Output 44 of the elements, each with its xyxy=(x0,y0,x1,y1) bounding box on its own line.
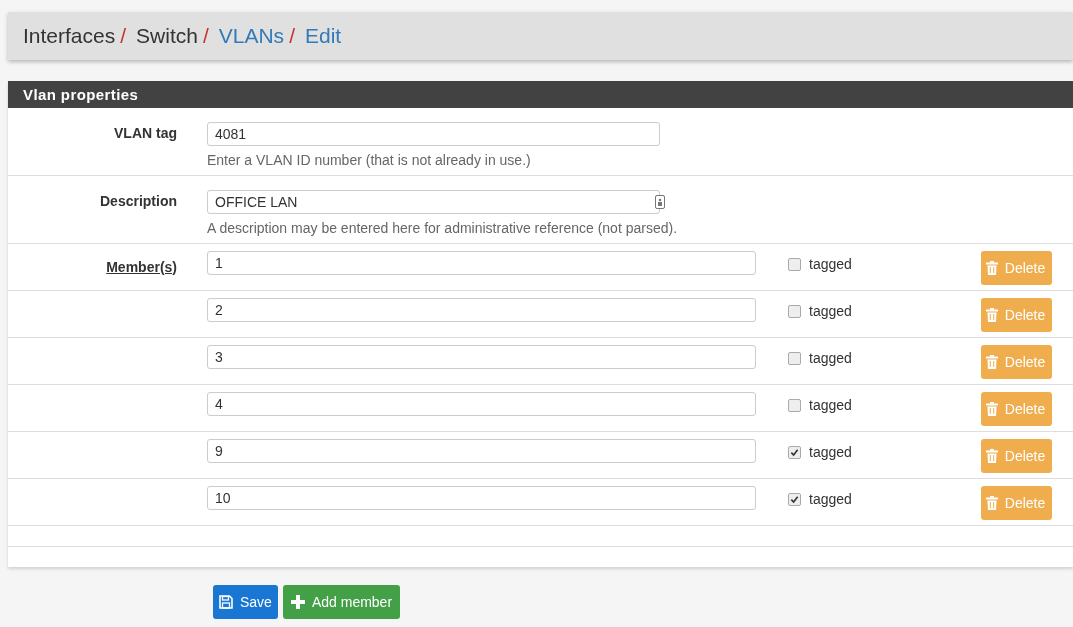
save-button[interactable]: Save xyxy=(213,585,278,619)
plus-icon xyxy=(290,595,305,609)
description-field[interactable]: OFFICE LAN xyxy=(207,190,660,214)
contact-card-icon xyxy=(655,195,666,209)
field-label: VLAN tag xyxy=(114,125,177,141)
checkbox-label: tagged xyxy=(809,350,852,366)
save-icon xyxy=(219,595,233,609)
checkbox-label: tagged xyxy=(809,397,852,413)
field-label: Member(s) xyxy=(106,259,177,275)
help-text: A description may be entered here for administrative reference (not parsed). xyxy=(207,220,678,236)
trash-icon xyxy=(985,449,998,463)
trash-icon xyxy=(985,261,998,275)
checkbox-label: tagged xyxy=(809,256,852,272)
checkbox[interactable] xyxy=(788,257,801,271)
breadcrumb-item: Interfaces xyxy=(23,24,116,48)
breadcrumb-item: Switch xyxy=(136,24,198,48)
checkbox[interactable] xyxy=(788,351,801,365)
member-field[interactable]: 10 xyxy=(207,486,756,510)
member-field[interactable]: 4 xyxy=(207,392,756,416)
checkbox-label: tagged xyxy=(809,303,852,319)
breadcrumb-separator: / xyxy=(202,24,209,48)
checkbox[interactable] xyxy=(788,304,801,318)
breadcrumb-link[interactable]: VLANs xyxy=(218,24,285,48)
breadcrumb-link[interactable]: Edit xyxy=(304,24,342,48)
panel-title: Vlan properties xyxy=(23,86,139,103)
member-field[interactable]: 1 xyxy=(207,251,756,275)
add-member-button[interactable]: Add member xyxy=(282,585,401,619)
member-field[interactable]: 9 xyxy=(207,439,756,463)
breadcrumb-separator: / xyxy=(120,24,127,48)
checkbox[interactable] xyxy=(788,398,801,412)
trash-icon xyxy=(985,355,998,369)
checkbox-label: tagged xyxy=(809,444,852,460)
trash-icon xyxy=(985,402,998,416)
member-field[interactable]: 2 xyxy=(207,298,756,322)
help-text: Enter a VLAN ID number (that is not already in use.) xyxy=(207,152,532,168)
vlan-tag-field[interactable]: 4081 xyxy=(207,122,660,146)
field-label: Description xyxy=(100,193,177,209)
checkbox[interactable] xyxy=(788,445,801,459)
member-field[interactable]: 3 xyxy=(207,345,756,369)
breadcrumb-separator: / xyxy=(289,24,295,48)
checkbox[interactable] xyxy=(788,492,801,506)
trash-icon xyxy=(985,496,998,510)
checkbox-label: tagged xyxy=(809,491,852,507)
trash-icon xyxy=(985,308,998,322)
